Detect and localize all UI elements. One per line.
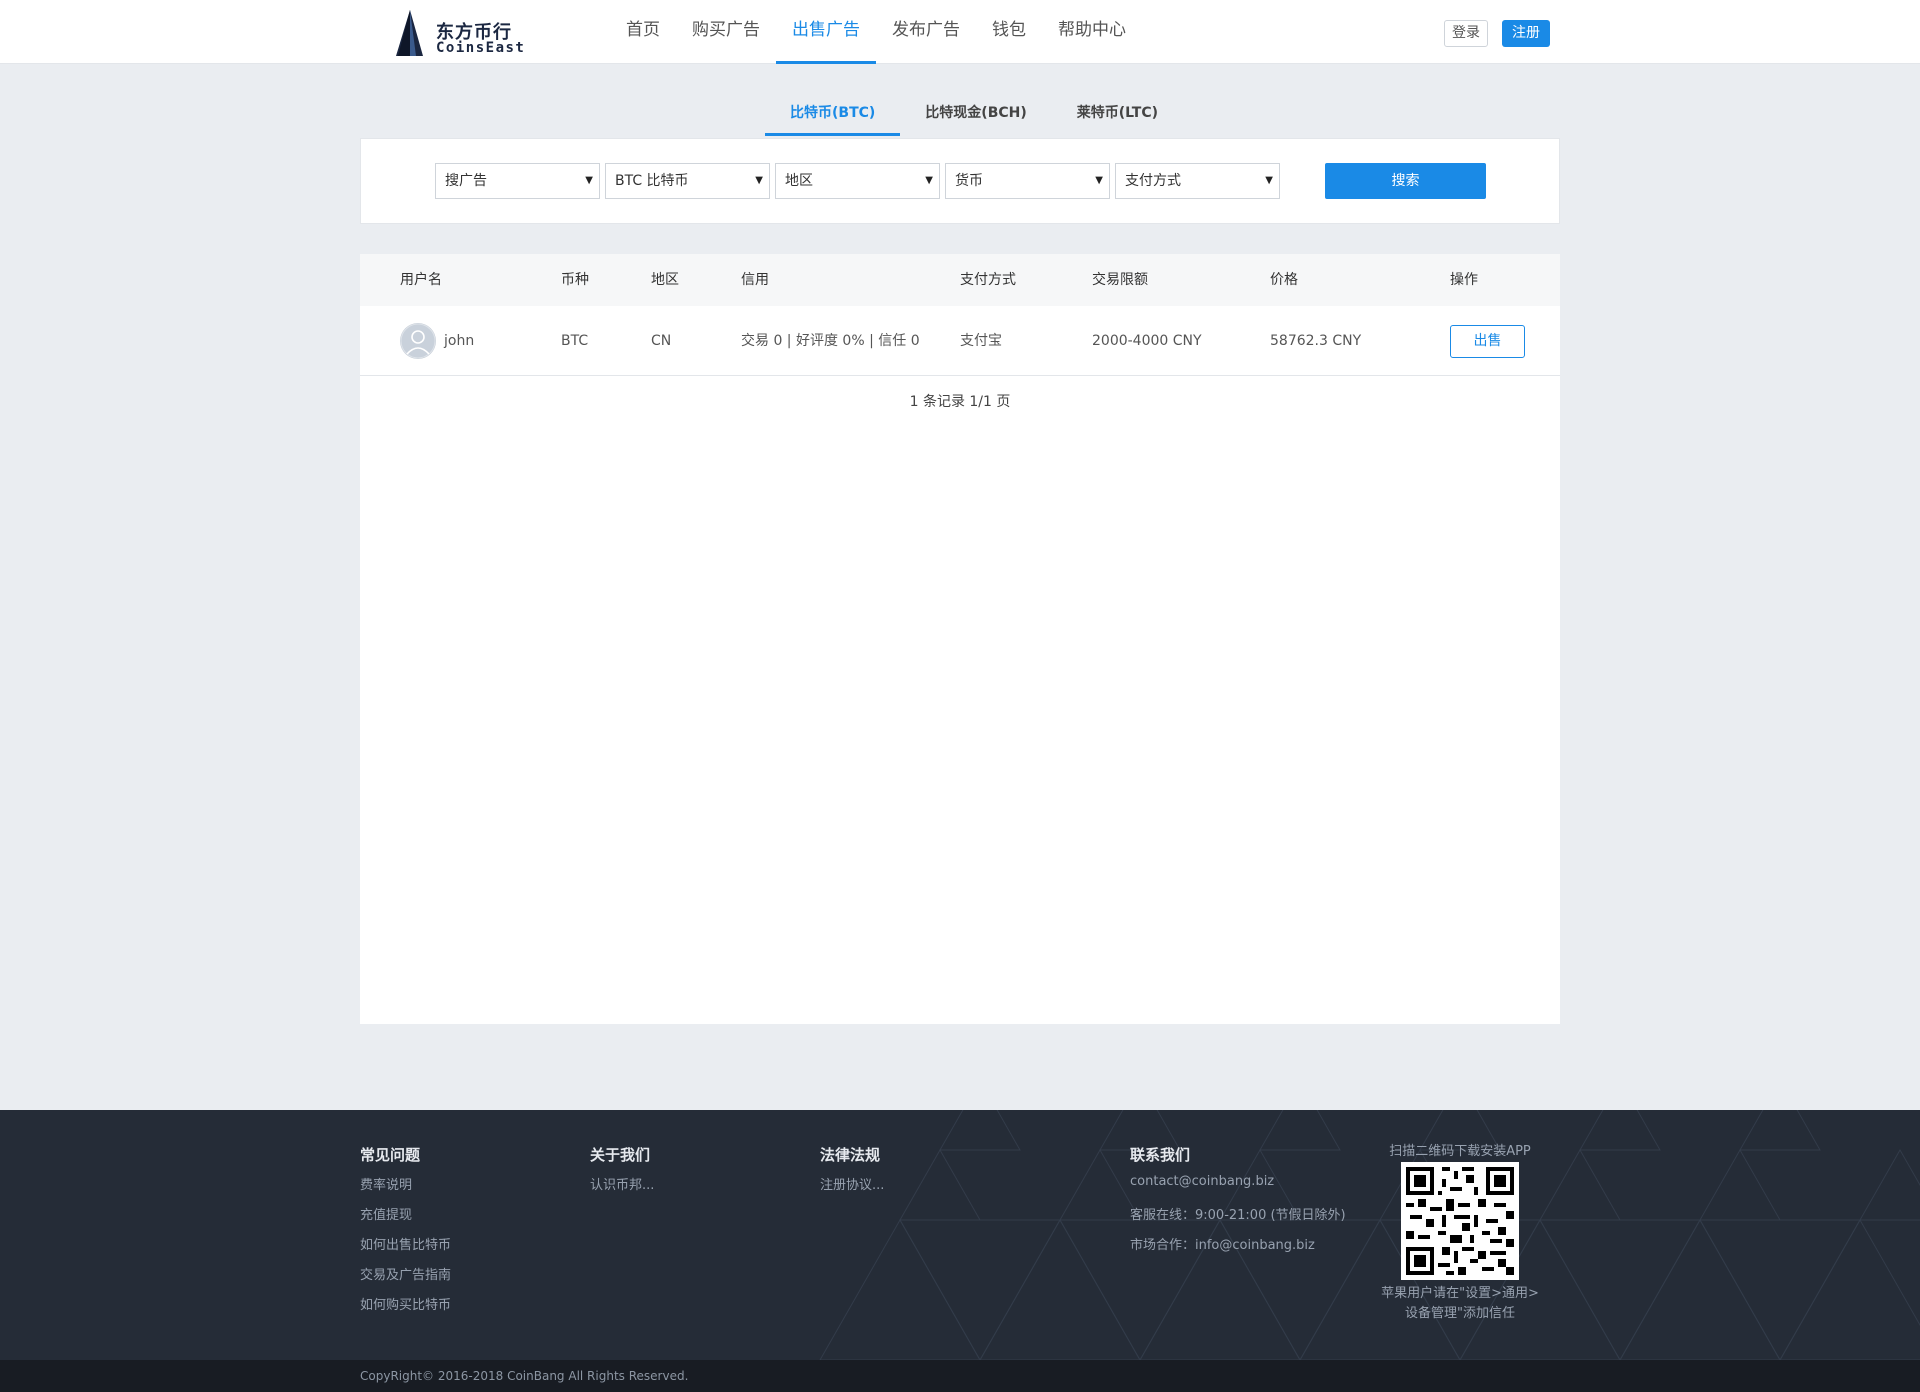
caret-down-icon: ▼ bbox=[755, 175, 763, 186]
footer-contact-business: 市场合作：info@coinbang.biz bbox=[1130, 1238, 1315, 1253]
footer-faq-title: 常见问题 bbox=[360, 1146, 421, 1164]
nav-item-sell-ads[interactable]: 出售广告 bbox=[776, 0, 876, 64]
footer-legal-title: 法律法规 bbox=[820, 1146, 881, 1164]
footer-col-faq: 常见问题 费率说明 充值提现 如何出售比特币 交易及广告指南 如何购买比特币 bbox=[360, 1144, 451, 1324]
app-download-qr: 扫描二维码下载安装APP 苹果用户请在"设置>通用> 设备管理"添加信任 bbox=[1380, 1140, 1540, 1324]
caret-down-icon: ▼ bbox=[585, 175, 593, 186]
payment-method-select-value: 支付方式 bbox=[1125, 173, 1181, 189]
footer-link-about-coinbang[interactable]: 认识币邦... bbox=[590, 1174, 654, 1204]
pagination-info: 1 条记录 1/1 页 bbox=[909, 394, 1011, 410]
qr-code-graphic bbox=[1406, 1167, 1514, 1275]
nav-item-wallet[interactable]: 钱包 bbox=[976, 0, 1042, 64]
footer-col-contact: 联系我们 contact@coinbang.biz 客服在线：9:00-21:0… bbox=[1130, 1144, 1346, 1264]
currency-select[interactable]: 货币 ▼ bbox=[945, 163, 1110, 199]
qr-note-line2: 设备管理"添加信任 bbox=[1405, 1306, 1515, 1321]
footer-link-how-to-sell[interactable]: 如何出售比特币 bbox=[360, 1234, 451, 1264]
ad-type-select[interactable]: 搜广告 ▼ bbox=[435, 163, 600, 199]
brand-logo[interactable]: 东方币行 CoinsEast bbox=[390, 8, 530, 58]
cell-credit: 交易 0 | 好评度 0% | 信任 0 bbox=[741, 333, 920, 349]
footer-col-about: 关于我们 认识币邦... bbox=[590, 1144, 654, 1204]
sell-button[interactable]: 出售 bbox=[1450, 325, 1525, 358]
caret-down-icon: ▼ bbox=[925, 175, 933, 186]
header-payment: 支付方式 bbox=[960, 272, 1016, 288]
cell-username[interactable]: john bbox=[444, 306, 474, 376]
payment-method-select[interactable]: 支付方式 ▼ bbox=[1115, 163, 1280, 199]
caret-down-icon: ▼ bbox=[1095, 175, 1103, 186]
nav-item-home[interactable]: 首页 bbox=[610, 0, 676, 64]
register-button[interactable]: 注册 bbox=[1502, 20, 1550, 47]
brand-name-en: CoinsEast bbox=[436, 40, 526, 56]
site-footer: 常见问题 费率说明 充值提现 如何出售比特币 交易及广告指南 如何购买比特币 关… bbox=[0, 1110, 1920, 1360]
ad-type-select-value: 搜广告 bbox=[445, 173, 487, 189]
nav-item-help-center[interactable]: 帮助中心 bbox=[1042, 0, 1142, 64]
user-avatar-icon[interactable] bbox=[400, 323, 436, 359]
header-username: 用户名 bbox=[400, 272, 442, 288]
search-button[interactable]: 搜索 bbox=[1325, 163, 1486, 199]
header-limit: 交易限额 bbox=[1092, 272, 1148, 288]
tab-btc[interactable]: 比特币(BTC) bbox=[765, 96, 901, 136]
region-select[interactable]: 地区 ▼ bbox=[775, 163, 940, 199]
site-header: 东方币行 CoinsEast 首页 购买广告 出售广告 发布广告 钱包 帮助中心… bbox=[0, 0, 1920, 64]
cell-coin: BTC bbox=[561, 333, 589, 349]
coin-tabs: 比特币(BTC) 比特现金(BCH) 莱特币(LTC) bbox=[765, 96, 1183, 136]
qr-caption: 扫描二维码下载安装APP bbox=[1389, 1144, 1531, 1159]
caret-down-icon: ▼ bbox=[1265, 175, 1273, 186]
footer-link-deposit-withdraw[interactable]: 充值提现 bbox=[360, 1204, 451, 1234]
header-action: 操作 bbox=[1450, 272, 1478, 288]
cell-region: CN bbox=[651, 333, 672, 349]
header-credit: 信用 bbox=[741, 272, 769, 288]
table-header: 用户名 币种 地区 信用 支付方式 交易限额 价格 操作 bbox=[360, 254, 1560, 306]
login-button[interactable]: 登录 bbox=[1444, 20, 1488, 47]
triangle-pattern-background bbox=[819, 1110, 1920, 1360]
footer-link-trade-guide[interactable]: 交易及广告指南 bbox=[360, 1264, 451, 1294]
table-row: john BTC CN 交易 0 | 好评度 0% | 信任 0 支付宝 200… bbox=[360, 306, 1560, 376]
sail-logo-icon bbox=[396, 10, 423, 56]
user-silhouette-icon bbox=[400, 323, 436, 359]
footer-link-register-agreement[interactable]: 注册协议... bbox=[820, 1174, 884, 1204]
filter-panel: 搜广告 ▼ BTC 比特币 ▼ 地区 ▼ 货币 ▼ 支付方式 ▼ 搜索 bbox=[360, 138, 1560, 224]
coin-select-value: BTC 比特币 bbox=[615, 173, 689, 189]
footer-link-fees[interactable]: 费率说明 bbox=[360, 1174, 451, 1204]
main-nav: 首页 购买广告 出售广告 发布广告 钱包 帮助中心 bbox=[610, 0, 1142, 64]
qr-note-line1: 苹果用户请在"设置>通用> bbox=[1381, 1286, 1539, 1301]
footer-contact-email: contact@coinbang.biz bbox=[1130, 1174, 1275, 1189]
nav-item-buy-ads[interactable]: 购买广告 bbox=[676, 0, 776, 64]
header-price: 价格 bbox=[1270, 272, 1298, 288]
header-region: 地区 bbox=[651, 272, 679, 288]
header-coin: 币种 bbox=[561, 272, 589, 288]
tab-bch[interactable]: 比特现金(BCH) bbox=[900, 96, 1051, 136]
copyright-text: CopyRight© 2016-2018 CoinBang All Rights… bbox=[360, 1369, 689, 1383]
nav-item-post-ad[interactable]: 发布广告 bbox=[876, 0, 976, 64]
currency-select-value: 货币 bbox=[955, 173, 983, 189]
qr-code-icon bbox=[1401, 1162, 1519, 1280]
copyright-bar: CopyRight© 2016-2018 CoinBang All Rights… bbox=[0, 1360, 1920, 1392]
cell-price: 58762.3 CNY bbox=[1270, 333, 1362, 349]
footer-contact-title: 联系我们 bbox=[1130, 1146, 1191, 1164]
cell-payment: 支付宝 bbox=[960, 333, 1002, 349]
footer-contact-hours: 客服在线：9:00-21:00 (节假日除外) bbox=[1130, 1208, 1346, 1223]
footer-about-title: 关于我们 bbox=[590, 1146, 651, 1164]
region-select-value: 地区 bbox=[785, 173, 813, 189]
tab-ltc[interactable]: 莱特币(LTC) bbox=[1052, 96, 1183, 136]
coin-select[interactable]: BTC 比特币 ▼ bbox=[605, 163, 770, 199]
footer-link-how-to-buy[interactable]: 如何购买比特币 bbox=[360, 1294, 451, 1324]
footer-col-legal: 法律法规 注册协议... bbox=[820, 1144, 884, 1204]
cell-limit: 2000-4000 CNY bbox=[1092, 333, 1202, 349]
ads-table: 用户名 币种 地区 信用 支付方式 交易限额 价格 操作 john BTC CN… bbox=[360, 254, 1560, 1024]
